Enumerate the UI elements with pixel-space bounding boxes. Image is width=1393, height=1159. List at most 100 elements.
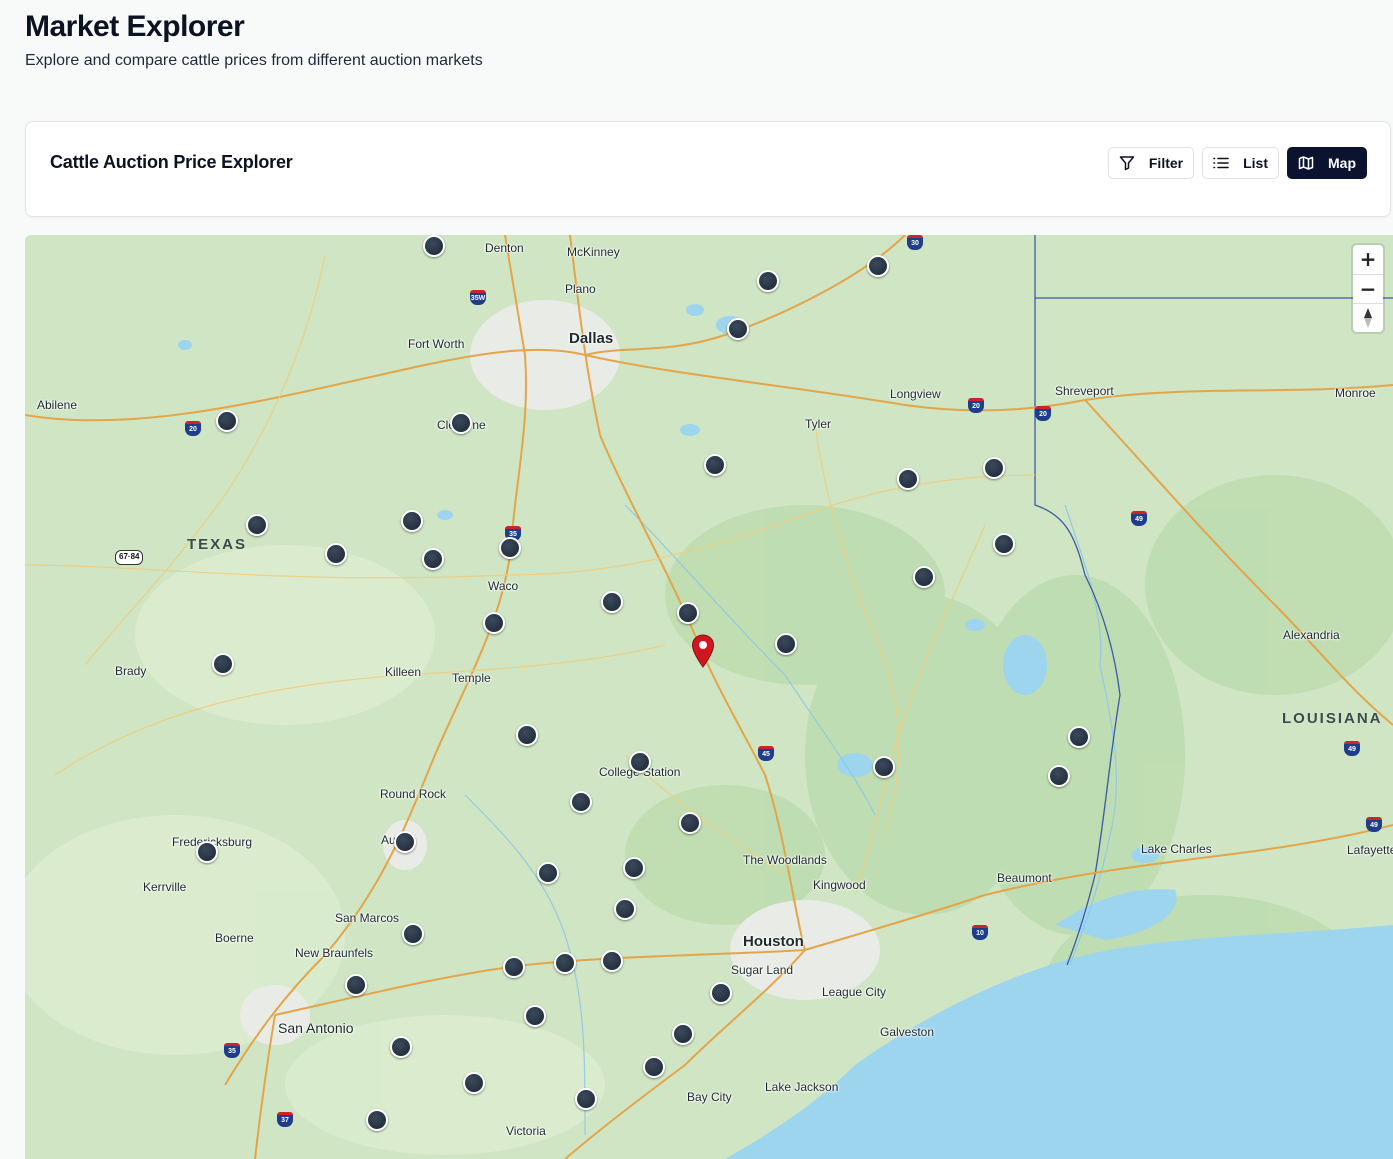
city-label: The Woodlands — [743, 853, 827, 867]
market-marker-icon[interactable] — [913, 566, 935, 588]
highway-shield: 20 — [968, 398, 984, 413]
region-label-texas: TEXAS — [187, 536, 248, 553]
city-label: Brady — [115, 664, 147, 678]
market-marker-icon[interactable] — [537, 862, 559, 884]
market-marker-icon[interactable] — [601, 591, 623, 613]
market-marker-icon[interactable] — [704, 454, 726, 476]
city-label: Kingwood — [813, 878, 866, 892]
city-label: Sugar Land — [731, 963, 794, 977]
city-label: Victoria — [506, 1124, 546, 1138]
market-marker-icon[interactable] — [554, 952, 576, 974]
filter-button-label: Filter — [1148, 155, 1184, 171]
highway-shield: 30 — [907, 235, 923, 250]
city-label: Shreveport — [1055, 384, 1114, 398]
city-label: New Braunfels — [295, 946, 374, 960]
market-marker-icon[interactable] — [212, 653, 234, 675]
region-label-louisiana: LOUISIANA — [1282, 710, 1383, 727]
city-label: Boerne — [215, 931, 254, 945]
market-marker-icon[interactable] — [623, 857, 645, 879]
market-marker-icon[interactable] — [325, 543, 347, 565]
market-marker-icon[interactable] — [993, 533, 1015, 555]
market-marker-icon[interactable] — [422, 548, 444, 570]
market-marker-icon[interactable] — [402, 923, 424, 945]
market-marker-icon[interactable] — [524, 1005, 546, 1027]
market-marker-icon[interactable] — [629, 751, 651, 773]
market-marker-icon[interactable] — [216, 410, 238, 432]
city-label: San Marcos — [335, 911, 400, 925]
city-label: Beaumont — [997, 871, 1052, 885]
map-pin-icon[interactable] — [691, 634, 715, 673]
highway-shield: 67·84 — [115, 550, 144, 565]
market-marker-icon[interactable] — [679, 812, 701, 834]
market-marker-icon[interactable] — [601, 950, 623, 972]
highway-shield: 49 — [1366, 817, 1382, 832]
list-icon — [1213, 155, 1229, 171]
market-marker-icon[interactable] — [463, 1072, 485, 1094]
market-marker-icon[interactable] — [503, 956, 525, 978]
map-button[interactable]: Map — [1287, 147, 1367, 179]
highway-shield: 20 — [1035, 406, 1051, 421]
map-button-label: Map — [1328, 155, 1356, 171]
market-marker-icon[interactable] — [483, 612, 505, 634]
compass-icon — [1364, 308, 1372, 328]
market-marker-icon[interactable] — [757, 270, 779, 292]
city-label: McKinney — [567, 245, 620, 259]
explorer-card: Cattle Auction Price Explorer Filter Lis… — [25, 121, 1391, 217]
city-label: Tyler — [805, 417, 832, 431]
market-marker-icon[interactable] — [499, 537, 521, 559]
filter-icon — [1119, 155, 1135, 171]
market-marker-icon[interactable] — [570, 791, 592, 813]
highway-shield: 45 — [758, 746, 774, 761]
city-label: Temple — [452, 671, 491, 685]
market-marker-icon[interactable] — [246, 514, 268, 536]
city-label: Lake Charles — [1141, 842, 1212, 856]
market-marker-icon[interactable] — [873, 756, 895, 778]
city-label: Killeen — [385, 665, 422, 679]
market-marker-icon[interactable] — [775, 633, 797, 655]
compass-button[interactable] — [1353, 303, 1383, 332]
zoom-in-button[interactable]: + — [1353, 245, 1383, 274]
city-label: Lafayette — [1347, 843, 1393, 857]
list-button-label: List — [1243, 155, 1268, 171]
market-marker-icon[interactable] — [727, 318, 749, 340]
view-toolbar: Filter List Map — [1107, 147, 1367, 179]
market-marker-icon[interactable] — [1048, 765, 1070, 787]
zoom-controls: + − — [1353, 245, 1383, 332]
market-marker-icon[interactable] — [897, 468, 919, 490]
city-label: Waco — [488, 579, 519, 593]
filter-button[interactable]: Filter — [1107, 147, 1195, 179]
market-marker-icon[interactable] — [983, 457, 1005, 479]
market-marker-icon[interactable] — [394, 831, 416, 853]
card-title: Cattle Auction Price Explorer — [50, 152, 293, 172]
market-marker-icon[interactable] — [196, 841, 218, 863]
list-button[interactable]: List — [1202, 147, 1279, 179]
page-title: Market Explorer — [25, 10, 245, 43]
highway-shield: 49 — [1131, 511, 1147, 526]
highway-shield: 35W — [470, 290, 486, 305]
market-marker-icon[interactable] — [643, 1056, 665, 1078]
city-label: Monroe — [1335, 386, 1376, 400]
market-marker-icon[interactable] — [390, 1036, 412, 1058]
city-label: Houston — [743, 933, 804, 950]
city-label: Galveston — [880, 1025, 935, 1039]
market-marker-icon[interactable] — [516, 724, 538, 746]
city-label: Denton — [485, 241, 524, 255]
market-marker-icon[interactable] — [867, 255, 889, 277]
city-label: San Antonio — [278, 1020, 354, 1036]
market-marker-icon[interactable] — [366, 1109, 388, 1131]
market-marker-icon[interactable] — [401, 510, 423, 532]
market-marker-icon[interactable] — [575, 1088, 597, 1110]
market-map[interactable]: TEXAS LOUISIANA Denton McKinney Plano Fo… — [25, 235, 1393, 1159]
market-marker-icon[interactable] — [614, 898, 636, 920]
market-marker-icon[interactable] — [345, 974, 367, 996]
market-marker-icon[interactable] — [672, 1023, 694, 1045]
zoom-out-button[interactable]: − — [1353, 274, 1383, 303]
market-marker-icon[interactable] — [710, 982, 732, 1004]
market-marker-icon[interactable] — [423, 235, 445, 257]
market-marker-icon[interactable] — [677, 602, 699, 624]
city-label: Plano — [565, 282, 596, 296]
highway-shield: 35 — [224, 1043, 240, 1058]
market-marker-icon[interactable] — [1068, 726, 1090, 748]
map-base-layer — [25, 235, 1393, 1159]
market-marker-icon[interactable] — [450, 412, 472, 434]
